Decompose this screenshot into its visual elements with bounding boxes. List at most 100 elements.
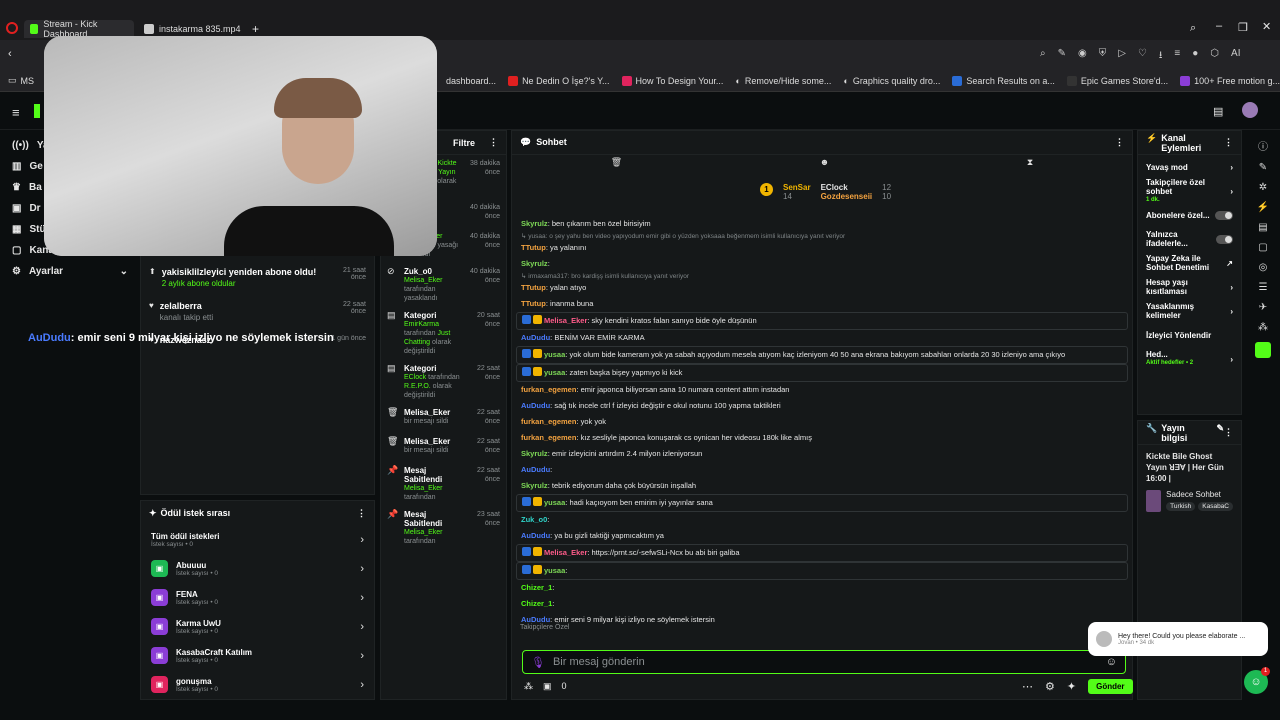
lightning-icon[interactable]: ⚡	[1257, 202, 1269, 213]
tag[interactable]: Turkish	[1166, 502, 1196, 511]
bookmark-item[interactable]: Search Results on a...	[952, 75, 1055, 86]
shield-icon[interactable]: ⛨	[1099, 48, 1107, 65]
chat-launcher-button[interactable]: ☺ 1	[1244, 667, 1270, 694]
edit-icon[interactable]: ✎	[1216, 423, 1224, 443]
chat-username[interactable]: yusaa	[544, 566, 565, 575]
extension-icon[interactable]: ⬡	[1210, 48, 1219, 65]
filter-button[interactable]: Filtre	[453, 138, 475, 148]
chat-settings-icon[interactable]: ⋯	[1022, 680, 1033, 693]
heart-icon[interactable]: ♡	[1138, 48, 1147, 65]
wrench-icon[interactable]: ✈	[1259, 302, 1267, 313]
channel-action-item[interactable]: Yapay Zeka ile Sohbet Denetimi ↗	[1138, 251, 1241, 275]
bookmark-item[interactable]: Epic Games Store'd...	[1066, 75, 1168, 86]
camera-icon[interactable]: ◉	[1078, 48, 1087, 65]
chat-username[interactable]: Chizer_1	[521, 599, 552, 608]
modlog-entry[interactable]: ▤ Kategori EmirKarma tarafından Just Chatt…	[381, 307, 506, 360]
channel-action-item[interactable]: Takipçilere özel sohbet 1 dk. ›	[1138, 178, 1241, 203]
bookmark-folder[interactable]: ▭ MS	[8, 75, 34, 86]
search-tabs-icon[interactable]: ⌕	[1190, 22, 1196, 35]
channel-action-item[interactable]: Abonelere özel...	[1138, 203, 1241, 227]
more-icon[interactable]: ⋮	[1224, 137, 1233, 148]
chat-message[interactable]: TTutup: ya yalanını	[516, 240, 1128, 256]
leader-2[interactable]: EClock Gozdesenseii	[821, 183, 873, 201]
hourglass-icon[interactable]: ⧗	[1027, 157, 1033, 171]
chat-username[interactable]: furkan_egemen	[521, 433, 576, 442]
opera-logo-icon[interactable]	[6, 22, 18, 34]
reward-item[interactable]: ▣ FENA İstek sayısı • 0 ›	[141, 583, 374, 612]
chat-message[interactable]: AuDudu: emir seni 9 milyar kişi izliyo n…	[516, 612, 1128, 628]
channel-action-item[interactable]: Hed... Aktif hedefler • 2 ›	[1138, 347, 1241, 371]
profile-icon[interactable]: ●	[1192, 48, 1198, 65]
microphone-icon[interactable]: 🎙	[531, 656, 545, 669]
back-icon[interactable]: ‹	[8, 48, 12, 60]
modlog-entry[interactable]: 🗑 Melisa_Eker bir mesajı sildi 22 saat ön…	[381, 404, 506, 433]
emote-icon[interactable]: ☻	[820, 157, 829, 171]
chat-input[interactable]: 🎙 Bir mesaj gönderin ☺	[522, 650, 1126, 674]
chat-message[interactable]: AuDudu: BENİM VAR EMİR KARMA	[516, 330, 1128, 346]
chat-message[interactable]: yusaa: zaten başka bişey yapmıyo ki kick	[516, 364, 1128, 382]
chat-message[interactable]: TTutup: inanma buna	[516, 296, 1128, 312]
chat-message[interactable]: Zuk_o0:	[516, 512, 1128, 528]
chat-username[interactable]: yusaa	[544, 498, 565, 507]
chat-message[interactable]: Melisa_Eker: sky kendini kratos falan sa…	[516, 312, 1128, 330]
modlog-entry[interactable]: ⊘ Zuk_o0 Melisa_Eker tarafından yasaklandı…	[381, 263, 506, 307]
chat-username[interactable]: furkan_egemen	[521, 417, 576, 426]
chat-message[interactable]: Melisa_Eker: https://prnt.sc/-sefwSLi-Nc…	[516, 544, 1128, 562]
chat-username[interactable]: AuDudu	[521, 465, 550, 474]
chat-message[interactable]: Skyrulz: tebrik ediyorum daha çok büyürs…	[516, 478, 1128, 494]
reward-item[interactable]: ▣ Karma UwU İstek sayısı • 0 ›	[141, 612, 374, 641]
chat-username[interactable]: yusaa	[544, 368, 565, 377]
channel-action-item[interactable]: Yasaklanmış kelimeler ›	[1138, 299, 1241, 323]
doc-icon[interactable]: ▤	[1258, 222, 1267, 233]
chat-icon[interactable]: ▢	[1258, 242, 1267, 253]
points-icon[interactable]: ⁂	[524, 681, 533, 692]
chat-message[interactable]: AuDudu: ya bu gizli taktiği yapmıcaktım …	[516, 528, 1128, 544]
edit-icon[interactable]: ✎	[1259, 162, 1267, 173]
info-icon[interactable]: ⓘ	[1258, 138, 1268, 153]
more-icon[interactable]: ⋮	[1224, 427, 1233, 438]
chat-message[interactable]: yusaa: yok olum bide kameram yok ya saba…	[516, 346, 1128, 364]
bookmark-item[interactable]: ◐ Graphics quality dro...	[843, 76, 940, 86]
toggle-switch[interactable]	[1215, 210, 1233, 220]
close-icon[interactable]: ✕	[1262, 20, 1271, 33]
gift-icon[interactable]: ▣	[543, 681, 552, 692]
chat-username[interactable]: Skyrulz	[521, 481, 548, 490]
chat-message[interactable]: Chizer_1:	[516, 596, 1128, 612]
download-icon[interactable]: ⭳	[1159, 48, 1163, 65]
ai-button[interactable]: AI	[1231, 48, 1240, 65]
more-icon[interactable]: ⋮	[357, 508, 366, 519]
list-icon[interactable]: ☰	[1259, 282, 1268, 293]
chat-username[interactable]: TTutup	[521, 283, 546, 292]
chat-username[interactable]: Skyrulz	[521, 259, 548, 268]
points-icon[interactable]: ⁂	[1258, 322, 1268, 333]
hamburger-menu-icon[interactable]: ≡	[12, 105, 20, 120]
chat-username[interactable]: TTutup	[521, 299, 546, 308]
menu-icon[interactable]: ≡	[1174, 48, 1180, 65]
chat-message[interactable]: yusaa:	[516, 562, 1128, 580]
more-icon[interactable]: ⋮	[1115, 137, 1124, 148]
support-notification[interactable]: Hey there! Could you please elaborate ..…	[1088, 622, 1268, 656]
emote-menu-icon[interactable]: ✦	[1067, 680, 1076, 693]
channel-action-item[interactable]: Yavaş mod ›	[1138, 155, 1241, 179]
channel-action-item[interactable]: Hesap yaşı kısıtlaması ›	[1138, 275, 1241, 299]
chat-username[interactable]: Melisa_Eker	[544, 548, 587, 557]
trash-icon[interactable]: 🗑	[611, 157, 622, 171]
reward-item[interactable]: ▣ gonuşma İstek sayısı • 0 ›	[141, 670, 374, 699]
zoom-icon[interactable]: ⌕	[1040, 48, 1046, 65]
modlog-entry[interactable]: 📌 Mesaj Sabitlendi Melisa_Eker tarafından …	[381, 506, 506, 550]
chat-message[interactable]: Skyrulz:	[516, 256, 1128, 272]
chat-username[interactable]: AuDudu	[521, 615, 550, 624]
bug-icon[interactable]: ✲	[1259, 182, 1267, 193]
reward-item[interactable]: ▣ KasabaCraft Katılım İstek sayısı • 0 ›	[141, 641, 374, 670]
chat-message[interactable]: yusaa: hadi kaçıoyom ben emirim iyi yayı…	[516, 494, 1128, 512]
edit-icon[interactable]: ✎	[1058, 48, 1066, 65]
bookmark-item[interactable]: dashboard...	[446, 76, 496, 86]
chat-message[interactable]: Chizer_1:	[516, 580, 1128, 596]
chat-username[interactable]: Skyrulz	[521, 219, 548, 228]
maximize-icon[interactable]: ❐	[1238, 21, 1248, 34]
leader-1[interactable]: SenSar 14	[783, 183, 811, 201]
chat-username[interactable]: Skyrulz	[521, 449, 548, 458]
modlog-entry[interactable]: ▤ Kategori EClock tarafından R.E.P.O. olar…	[381, 360, 506, 404]
gear-icon[interactable]: ⚙	[1045, 680, 1055, 693]
channel-action-item[interactable]: Yalnızca ifadelerle...	[1138, 227, 1241, 251]
